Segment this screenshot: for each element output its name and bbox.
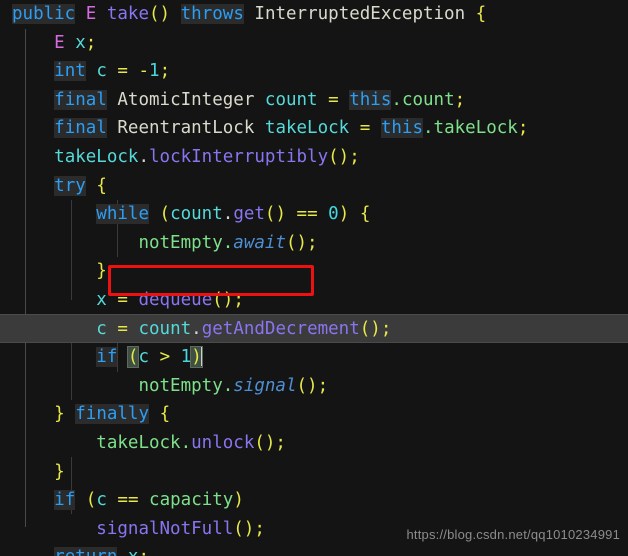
- token-keyword-throws: throws: [180, 4, 244, 24]
- token-number-0: 0: [328, 204, 339, 225]
- token-field-capacity: capacity: [149, 490, 234, 511]
- token-keyword-if: if: [96, 347, 118, 368]
- code-editor[interactable]: public E take() throws InterruptedExcept…: [0, 0, 628, 556]
- token-field-notempty: notEmpty: [138, 375, 223, 396]
- token-keyword-final: final: [54, 118, 107, 139]
- token-method-take: take: [106, 4, 150, 24]
- token-number-1: 1: [149, 61, 160, 82]
- token-var-x: x: [75, 32, 86, 53]
- token-keyword-return: return: [54, 547, 118, 556]
- token-var-count: count: [264, 89, 318, 110]
- token-var-c: c: [96, 61, 107, 82]
- token-var-c: c: [96, 318, 107, 339]
- token-method-lockinterruptibly: lockInterruptibly: [149, 146, 329, 167]
- token-field-takelock: takeLock: [96, 432, 181, 453]
- token-method-getanddecrement: getAndDecrement: [201, 318, 360, 339]
- code-line-6[interactable]: takeLock.lockInterruptibly();: [0, 143, 628, 172]
- token-type-interruptedexception: InterruptedException: [254, 4, 466, 24]
- text-cursor: [200, 346, 203, 367]
- code-line-12[interactable]: c = count.getAndDecrement();: [0, 315, 628, 344]
- token-var-count: count: [170, 204, 223, 225]
- token-keyword-int: int: [54, 61, 86, 82]
- token-method-unlock: unlock: [191, 432, 255, 453]
- token-type-atomicinteger: AtomicInteger: [117, 89, 255, 110]
- code-line-17[interactable]: }: [0, 458, 628, 487]
- code-content[interactable]: public E take() throws InterruptedExcept…: [0, 0, 628, 556]
- code-line-2[interactable]: E x;: [0, 29, 628, 58]
- watermark-url: https://blog.csdn.net/qq1010234991: [406, 527, 620, 543]
- code-line-11[interactable]: x = dequeue();: [0, 286, 628, 315]
- token-var-c: c: [96, 490, 107, 511]
- token-var-x: x: [96, 289, 107, 310]
- token-field-count: count: [401, 89, 455, 110]
- token-keyword-finally: finally: [75, 404, 150, 425]
- code-line-13[interactable]: if (c > 1): [0, 343, 628, 372]
- token-type-reentrantlock: ReentrantLock: [117, 118, 255, 139]
- code-line-1[interactable]: public E take() throws InterruptedExcept…: [0, 0, 628, 29]
- token-number-1: 1: [180, 347, 192, 368]
- code-line-18[interactable]: if (c == capacity): [0, 486, 628, 515]
- code-line-7[interactable]: try {: [0, 172, 628, 201]
- token-method-signal: signal: [233, 375, 297, 396]
- token-keyword-public: public: [12, 4, 76, 24]
- code-line-14[interactable]: notEmpty.signal();: [0, 372, 628, 401]
- code-line-4[interactable]: final AtomicInteger count = this.count;: [0, 86, 628, 115]
- token-keyword-final: final: [54, 89, 107, 110]
- token-var-count: count: [138, 318, 192, 339]
- token-field-takelock: takeLock: [433, 118, 518, 139]
- token-type-param-E: E: [85, 4, 97, 24]
- code-line-9[interactable]: notEmpty.await();: [0, 229, 628, 258]
- token-var-takelock: takeLock: [54, 146, 139, 167]
- code-line-3[interactable]: int c = -1;: [0, 57, 628, 86]
- code-line-10[interactable]: }: [0, 257, 628, 286]
- token-type-param-E: E: [54, 32, 65, 53]
- token-keyword-this: this: [380, 118, 423, 139]
- code-line-8[interactable]: while (count.get() == 0) {: [0, 200, 628, 229]
- token-method-await: await: [233, 232, 286, 253]
- token-var-x: x: [128, 547, 139, 556]
- token-var-takelock: takeLock: [264, 118, 350, 139]
- token-method-dequeue: dequeue: [138, 289, 213, 310]
- code-line-16[interactable]: takeLock.unlock();: [0, 429, 628, 458]
- token-field-notempty: notEmpty: [138, 232, 223, 253]
- token-var-c: c: [138, 347, 150, 368]
- code-line-15[interactable]: } finally {: [0, 400, 628, 429]
- token-keyword-if: if: [54, 490, 76, 511]
- token-method-signalnotfull: signalNotFull: [96, 518, 234, 539]
- code-line-5[interactable]: final ReentrantLock takeLock = this.take…: [0, 114, 628, 143]
- token-keyword-while: while: [96, 204, 149, 225]
- token-method-get: get: [233, 204, 265, 225]
- token-keyword-try: try: [54, 175, 86, 196]
- token-keyword-this: this: [349, 89, 392, 110]
- token-bracket-open-match: (: [126, 346, 140, 369]
